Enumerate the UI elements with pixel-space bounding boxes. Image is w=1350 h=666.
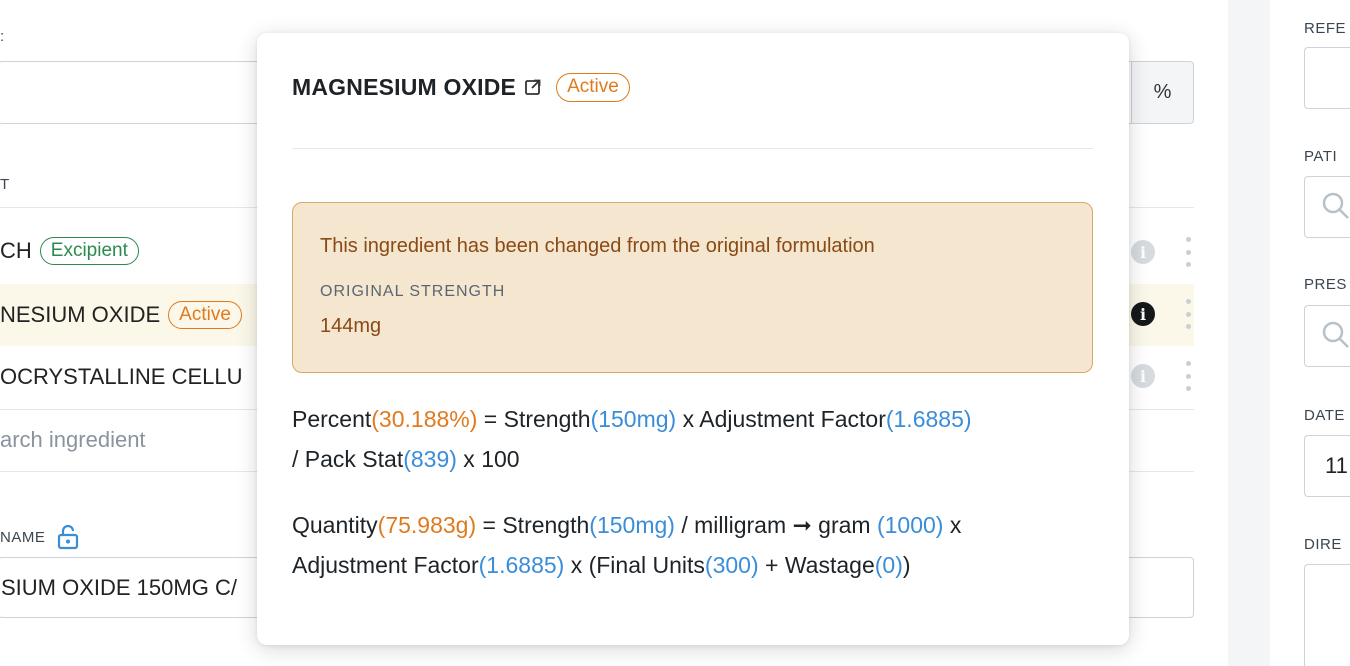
conversion-value: (1000) [876, 512, 944, 538]
final-units-value: (300) [704, 552, 759, 578]
sidebar-gutter [1228, 0, 1270, 666]
patient-search[interactable] [1304, 176, 1350, 238]
name-label: NAME [0, 524, 79, 550]
field-label-fragment: : [0, 28, 5, 45]
date-label: DATE [1304, 407, 1345, 424]
reference-input[interactable] [1304, 47, 1350, 109]
prescriber-label: PRES [1304, 276, 1347, 293]
ingredient-name: OCRYSTALLINE CELLU [0, 364, 243, 389]
original-strength-value: 144mg [320, 315, 382, 337]
popover-title: MAGNESIUM OXIDE [292, 73, 517, 100]
more-options-icon[interactable] [1185, 361, 1191, 391]
directions-input[interactable] [1304, 564, 1350, 666]
more-options-icon[interactable] [1185, 299, 1191, 329]
strength-value: (150mg) [590, 406, 677, 432]
adjustment-factor-value: (1.6885) [885, 406, 972, 432]
unlock-icon[interactable] [57, 524, 79, 550]
status-badge: Active [556, 73, 630, 102]
search-icon [1322, 192, 1349, 219]
active-badge: Active [168, 300, 242, 330]
alert-message: This ingredient has been changed from th… [320, 235, 875, 257]
ingredient-name: CH [0, 238, 32, 263]
ingredient-detail-popover: MAGNESIUM OXIDE Active This ingredient h… [257, 33, 1129, 645]
ingredient-column-header: T [0, 176, 10, 193]
patient-label: PATI [1304, 148, 1338, 165]
ingredient-name: NESIUM OXIDE [0, 302, 161, 327]
formulation-change-alert: This ingredient has been changed from th… [292, 202, 1093, 373]
percent-result: (30.188%) [371, 406, 478, 432]
popover-header: MAGNESIUM OXIDE Active [292, 73, 630, 102]
quantity-result: (75.983g) [377, 512, 477, 538]
prescriber-search[interactable] [1304, 305, 1350, 367]
quantity-formula: Quantity(75.983g) = Strength(150mg) / mi… [292, 512, 962, 578]
info-icon-active[interactable]: i [1131, 302, 1155, 326]
info-icon[interactable]: i [1131, 364, 1155, 388]
excipient-badge: Excipient [39, 236, 139, 266]
percent-formula: Percent(30.188%) = Strength(150mg) x Adj… [292, 406, 972, 472]
original-strength-label: ORIGINAL STRENGTH [320, 283, 506, 300]
ingredient-search-input[interactable]: arch ingredient [0, 427, 146, 453]
strength-value: (150mg) [589, 512, 675, 538]
external-link-icon[interactable] [524, 78, 542, 96]
more-options-icon[interactable] [1185, 237, 1191, 267]
info-icon[interactable]: i [1131, 240, 1155, 264]
percent-addon: % [1131, 61, 1194, 124]
reference-label: REFE [1304, 20, 1347, 37]
adjustment-factor-value: (1.6885) [478, 552, 565, 578]
directions-label: DIRE [1304, 536, 1342, 553]
date-input[interactable]: 11 [1304, 435, 1350, 497]
wastage-value: (0) [874, 552, 903, 578]
search-icon [1322, 321, 1349, 348]
popover-divider [292, 148, 1093, 149]
pack-stat-value: (839) [403, 446, 457, 472]
